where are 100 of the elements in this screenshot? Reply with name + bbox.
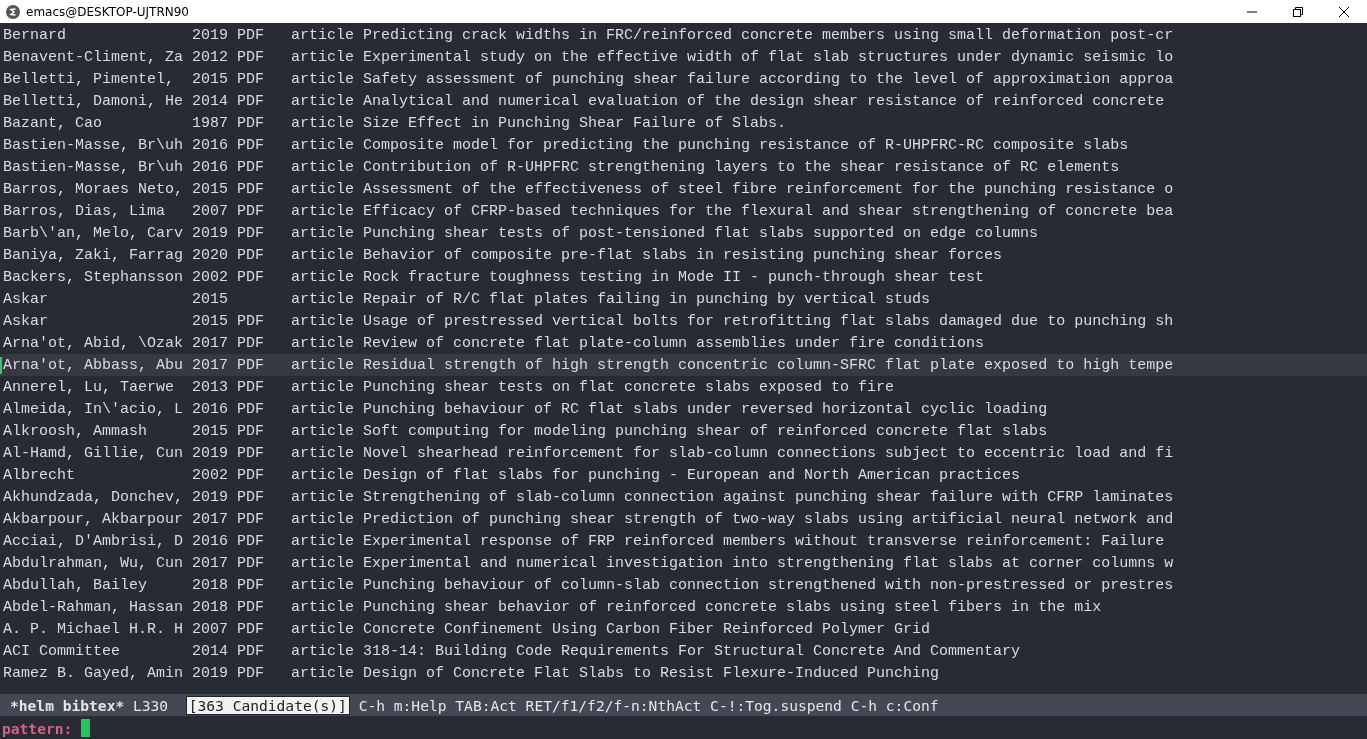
title-text: Residual strength of high strength concentric column-SFRC flat plate exposed to high tempe [363, 356, 1174, 374]
title-text: Experimental study on the effective width of flat slab structures under dynamic seismic lo [363, 48, 1174, 66]
candidate-row[interactable]: Arna'ot, Abbass, Abu 2017 PDF article Residual strength of high strength concentric column-SFRC flat plate exposed to high tempe [0, 354, 1367, 376]
key-help-text: C-h m:Help TAB:Act RET/f1/f2/f-n:NthAct C-!:Tog.suspend C-h c:Conf [358, 696, 939, 714]
author-text: Arna'ot, Abbass, Abu [3, 356, 184, 374]
title-text: Strengthening of slab-column connection against punching shear failure with CFRP laminates [363, 488, 1174, 506]
candidate-row[interactable]: Askar 2015 article Repair of R/C flat plates failing in punching by vertical studs [0, 288, 1367, 310]
year-text: 2016 [192, 400, 229, 418]
candidate-row[interactable]: Albrecht 2002 PDF article Design of flat slabs for punching - European and North American practices [0, 464, 1367, 486]
candidate-row[interactable]: Barb\'an, Melo, Carv 2019 PDF article Punching shear tests of post-tensioned flat slabs supported on edge columns [0, 222, 1367, 244]
author-text: Belletti, Pimentel, [3, 70, 175, 88]
year-text: 2015 [192, 180, 229, 198]
entry-type-text: article [291, 400, 355, 418]
candidate-row[interactable]: Al-Hamd, Gillie, Cun 2019 PDF article Novel shearhead reinforcement for slab-column connections subject to eccentric load and fi [0, 442, 1367, 464]
candidate-row[interactable]: Belletti, Damoni, He 2014 PDF article Analytical and numerical evaluation of the design shear resistance of reinforced concrete [0, 90, 1367, 112]
candidate-row[interactable]: Acciai, D'Ambrisi, D 2016 PDF article Experimental response of FRP reinforced members without transverse reinforcement: Failure [0, 530, 1367, 552]
candidate-row[interactable]: Bazant, Cao 1987 PDF article Size Effect in Punching Shear Failure of Slabs. [0, 112, 1367, 134]
pdf-text: PDF [237, 642, 265, 660]
author-text: Acciai, D'Ambrisi, D [3, 532, 184, 550]
entry-type-text: article [291, 532, 355, 550]
author-text: Barros, Moraes Neto, [3, 180, 184, 198]
year-text: 2017 [192, 356, 229, 374]
year-text: 2012 [192, 48, 229, 66]
candidate-row[interactable]: Baniya, Zaki, Farrag 2020 PDF article Behavior of composite pre-flat slabs in resisting punching shear forces [0, 244, 1367, 266]
year-text: 1987 [192, 114, 229, 132]
title-text: Punching shear tests on flat concrete slabs exposed to fire [363, 378, 895, 396]
entry-type-text: article [291, 598, 355, 616]
author-text: Albrecht [3, 466, 75, 484]
author-text: Barros, Dias, Lima [3, 202, 166, 220]
author-text: Akbarpour, Akbarpour [3, 510, 184, 528]
author-text: A. P. Michael H.R. H [3, 620, 184, 638]
candidate-row[interactable]: Belletti, Pimentel, 2015 PDF article Safety assessment of punching shear failure according to the level of approximation approa [0, 68, 1367, 90]
entry-type-text: article [291, 224, 355, 242]
pdf-text: PDF [237, 466, 265, 484]
pdf-text: PDF [237, 510, 265, 528]
title-text: Punching behaviour of RC flat slabs under reversed horizontal cyclic loading [363, 400, 1048, 418]
candidate-row[interactable]: Bastien-Masse, Br\uh 2016 PDF article Composite model for predicting the punching resistance of R-UHPFRC-RC composite slabs [0, 134, 1367, 156]
author-text: Barb\'an, Melo, Carv [3, 224, 184, 242]
candidate-row[interactable]: Backers, Stephansson 2002 PDF article Rock fracture toughness testing in Mode II - punch-through shear test [0, 266, 1367, 288]
candidate-row[interactable]: Abdullah, Bailey 2018 PDF article Punching behaviour of column-slab connection strengthened with non-prestressed or prestres [0, 574, 1367, 596]
candidate-row[interactable]: Arna'ot, Abid, \Ozak 2017 PDF article Review of concrete flat plate-column assemblies under fire conditions [0, 332, 1367, 354]
candidate-row[interactable]: A. P. Michael H.R. H 2007 PDF article Concrete Confinement Using Carbon Fiber Reinforced Polymer Grid [0, 618, 1367, 640]
candidate-row[interactable]: ACI Committee 2014 PDF article 318-14: Building Code Requirements For Structural Concrete And Commentary [0, 640, 1367, 662]
author-text: Alkroosh, Ammash [3, 422, 148, 440]
entry-type-text: article [291, 488, 355, 506]
entry-type-text: article [291, 114, 355, 132]
year-text: 2015 [192, 290, 229, 308]
title-text: Soft computing for modeling punching shear of reinforced concrete flat slabs [363, 422, 1048, 440]
candidate-count: [363 Candidate(s)] [185, 695, 350, 715]
year-text: 2014 [192, 92, 229, 110]
year-text: 2016 [192, 158, 229, 176]
line-number: L330 [133, 696, 170, 714]
title-text: Punching shear tests of post-tensioned flat slabs supported on edge columns [363, 224, 1039, 242]
candidate-row[interactable]: Alkroosh, Ammash 2015 PDF article Soft computing for modeling punching shear of reinforced concrete flat slabs [0, 420, 1367, 442]
entry-type-text: article [291, 334, 355, 352]
pdf-text: PDF [237, 422, 265, 440]
author-text: Akhundzada, Donchev, [3, 488, 184, 506]
input-cursor[interactable] [81, 719, 91, 737]
pdf-text: PDF [237, 356, 265, 374]
candidate-row[interactable]: Bernard 2019 PDF article Predicting crack widths in FRC/reinforced concrete members using small deformation post-cr [0, 24, 1367, 46]
year-text: 2017 [192, 554, 229, 572]
pdf-text: PDF [237, 136, 265, 154]
entry-type-text: article [291, 158, 355, 176]
author-text: Baniya, Zaki, Farrag [3, 246, 184, 264]
candidate-row[interactable]: Bastien-Masse, Br\uh 2016 PDF article Contribution of R-UHPFRC strengthening layers to the shear resistance of RC elements [0, 156, 1367, 178]
entry-type-text: article [291, 290, 355, 308]
title-text: Rock fracture toughness testing in Mode II - punch-through shear test [363, 268, 985, 286]
pdf-text: PDF [237, 92, 265, 110]
candidate-row[interactable]: Askar 2015 PDF article Usage of prestressed vertical bolts for retrofitting flat slabs damaged due to punching sh [0, 310, 1367, 332]
candidate-row[interactable]: Abdel-Rahman, Hassan 2018 PDF article Punching shear behavior of reinforced concrete slabs using steel fibers in the mix [0, 596, 1367, 618]
pdf-text: PDF [237, 664, 265, 682]
title-text: Safety assessment of punching shear failure according to the level of approximation approa [363, 70, 1174, 88]
candidate-row[interactable]: Akhundzada, Donchev, 2019 PDF article Strengthening of slab-column connection against punching shear failure with CFRP laminates [0, 486, 1367, 508]
year-text: 2019 [192, 444, 229, 462]
author-text: ACI Committee [3, 642, 121, 660]
candidate-row[interactable]: Akbarpour, Akbarpour 2017 PDF article Prediction of punching shear strength of two-way slabs using artificial neural network and [0, 508, 1367, 530]
candidate-row[interactable]: Annerel, Lu, Taerwe 2013 PDF article Punching shear tests on flat concrete slabs exposed to fire [0, 376, 1367, 398]
candidate-row[interactable]: Barros, Dias, Lima 2007 PDF article Efficacy of CFRP-based techniques for the flexural and shear strengthening of concrete bea [0, 200, 1367, 222]
entry-type-text: article [291, 26, 355, 44]
year-text: 2002 [192, 268, 229, 286]
buffer-name: *helm bibtex* [10, 696, 125, 714]
author-text: Al-Hamd, Gillie, Cun [3, 444, 184, 462]
author-text: Belletti, Damoni, He [3, 92, 184, 110]
author-text: Backers, Stephansson [3, 268, 184, 286]
candidate-row[interactable]: Almeida, In\'acio, L 2016 PDF article Punching behaviour of RC flat slabs under reversed horizontal cyclic loading [0, 398, 1367, 420]
candidate-row[interactable]: Abdulrahman, Wu, Cun 2017 PDF article Experimental and numerical investigation into strengthening flat slabs at corner columns w [0, 552, 1367, 574]
year-text: 2016 [192, 136, 229, 154]
window-title: emacs@DESKTOP-UJTRN90 [26, 4, 190, 19]
pdf-text: PDF [237, 246, 265, 264]
candidate-row[interactable]: Ramez B. Gayed, Amin 2019 PDF article Design of Concrete Flat Slabs to Resist Flexure-Induced Punching [0, 662, 1367, 684]
candidate-row[interactable]: Barros, Moraes Neto, 2015 PDF article Assessment of the effectiveness of steel fibre reinforcement for the punching resistance o [0, 178, 1367, 200]
entry-type-text: article [291, 180, 355, 198]
pdf-text: PDF [237, 224, 265, 242]
candidate-row[interactable]: Benavent-Climent, Za 2012 PDF article Experimental study on the effective width of flat slab structures under dynamic seismic lo [0, 46, 1367, 68]
year-text: 2007 [192, 620, 229, 638]
entry-type-text: article [291, 202, 355, 220]
entry-type-text: article [291, 312, 355, 330]
entry-type-text: article [291, 554, 355, 572]
author-text: Bazant, Cao [3, 114, 103, 132]
author-text: Askar [3, 312, 48, 330]
